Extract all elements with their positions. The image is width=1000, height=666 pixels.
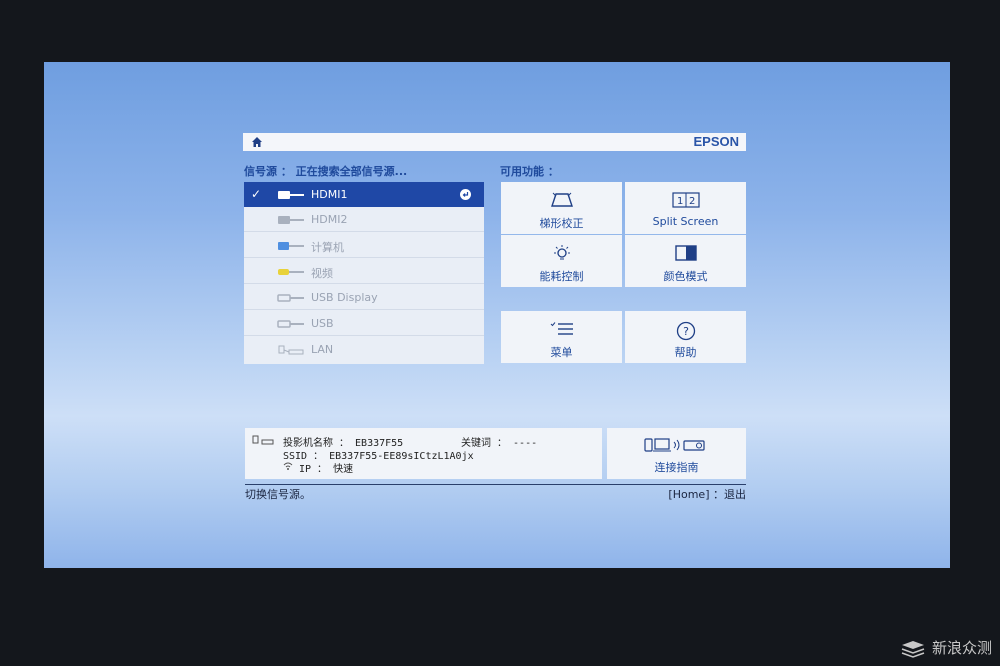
help-label: 帮助 xyxy=(674,346,697,359)
hdmi-icon xyxy=(278,216,304,224)
help-button[interactable]: ? 帮助 xyxy=(625,311,746,363)
usb-icon xyxy=(277,320,304,328)
footer-exit-hint: [Home] ：退出 xyxy=(668,488,746,501)
split-screen-button[interactable]: 1 2 Split Screen xyxy=(625,182,746,234)
keystone-button[interactable]: 梯形校正 xyxy=(501,182,622,234)
watermark-text: 新浪众测 xyxy=(931,639,992,657)
top-bar: EPSON xyxy=(243,133,746,151)
vga-icon xyxy=(278,242,304,250)
svg-text:?: ? xyxy=(683,325,689,338)
source-item-computer[interactable]: 计算机 xyxy=(244,233,484,258)
lan-icon xyxy=(252,435,274,445)
source-list: ✓ HDMI1 HDMI2 计算机 视频 USB Display USB LAN xyxy=(244,182,484,364)
footer-divider xyxy=(245,484,746,485)
lan-icon xyxy=(278,345,304,355)
source-label: 计算机 xyxy=(311,241,344,254)
keystone-icon xyxy=(550,192,573,207)
usb-icon xyxy=(277,294,304,302)
source-label: LAN xyxy=(311,343,334,356)
source-label: HDMI1 xyxy=(311,188,348,201)
features-header: 可用功能 ： xyxy=(500,165,559,178)
source-item-hdmi1[interactable]: ✓ HDMI1 xyxy=(244,182,484,207)
enter-icon xyxy=(460,189,471,200)
source-item-hdmi2[interactable]: HDMI2 xyxy=(244,207,484,232)
svg-text:2: 2 xyxy=(689,196,695,207)
help-icon: ? xyxy=(676,321,695,341)
home-icon[interactable] xyxy=(251,136,263,148)
epson-logo: EPSON xyxy=(693,134,739,149)
source-label: USB xyxy=(311,317,334,330)
source-label: 视频 xyxy=(311,267,333,280)
network-info-panel: 投影机名称 ： EB337F55 关键词 ： ---- SSID ： EB337… xyxy=(245,428,602,479)
color-mode-button[interactable]: 颜色模式 xyxy=(625,235,746,287)
menu-label: 菜单 xyxy=(550,346,573,359)
source-item-video[interactable]: 视频 xyxy=(244,259,484,284)
source-item-usb-display[interactable]: USB Display xyxy=(244,285,484,310)
svg-text:1: 1 xyxy=(677,196,683,207)
ip-mode: IP ： 快速 xyxy=(299,464,354,475)
watermark: 新浪众测 xyxy=(900,637,992,658)
footer-hint: 切换信号源。 xyxy=(245,488,311,501)
checkmark-icon: ✓ xyxy=(251,187,262,201)
source-label: HDMI2 xyxy=(311,213,348,226)
source-item-usb[interactable]: USB xyxy=(244,311,484,336)
power-control-button[interactable]: 能耗控制 xyxy=(501,235,622,287)
watermark-logo-icon xyxy=(901,640,925,658)
source-item-lan[interactable]: LAN xyxy=(244,337,484,362)
source-header: 信号源 ： 正在搜索全部信号源... xyxy=(244,165,408,178)
hdmi-icon xyxy=(278,191,304,199)
keystone-label: 梯形校正 xyxy=(539,217,584,230)
device-projector-icon xyxy=(644,438,705,452)
power-control-label: 能耗控制 xyxy=(539,270,584,283)
menu-button[interactable]: 菜单 xyxy=(501,311,622,363)
color-mode-label: 颜色模式 xyxy=(663,270,708,283)
video-icon xyxy=(278,269,304,275)
connection-guide-button[interactable]: 连接指南 xyxy=(607,428,746,479)
light-bulb-icon xyxy=(553,245,570,260)
menu-list-icon xyxy=(550,322,573,335)
split-screen-label: Split Screen xyxy=(652,215,719,228)
split-screen-icon: 1 2 xyxy=(671,192,700,208)
wifi-icon xyxy=(283,462,293,470)
connection-guide-label: 连接指南 xyxy=(654,461,699,474)
color-mode-icon xyxy=(674,245,697,261)
source-label: USB Display xyxy=(311,291,378,304)
